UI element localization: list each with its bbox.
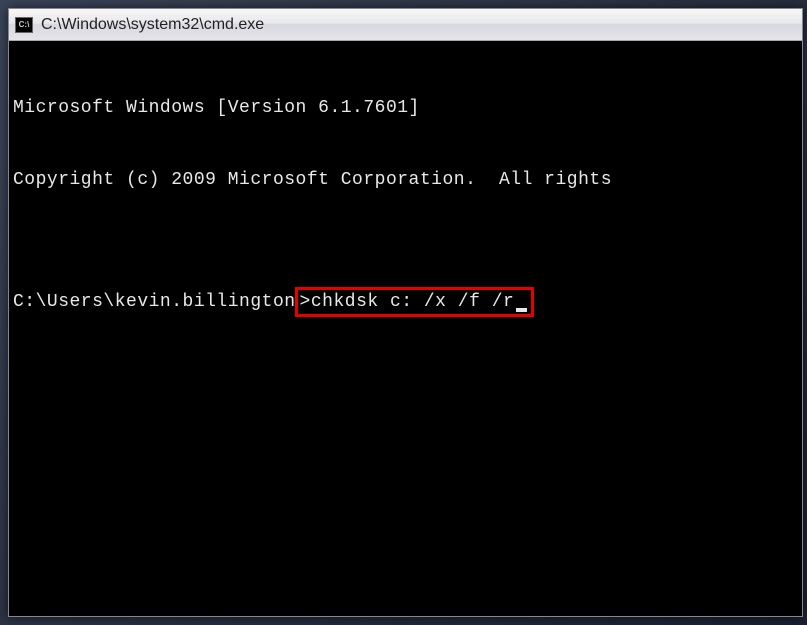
typed-command: chkdsk c: /x /f /r <box>311 292 514 312</box>
window-title: C:\Windows\system32\cmd.exe <box>41 16 264 34</box>
terminal-area[interactable]: Microsoft Windows [Version 6.1.7601] Cop… <box>9 41 802 616</box>
cmd-icon: C:\ <box>15 17 33 33</box>
copyright-line: Copyright (c) 2009 Microsoft Corporation… <box>13 168 798 192</box>
titlebar[interactable]: C:\ C:\Windows\system32\cmd.exe <box>9 9 802 41</box>
command-highlight: >chkdsk c: /x /f /r <box>295 287 535 317</box>
version-line: Microsoft Windows [Version 6.1.7601] <box>13 96 798 120</box>
command-prompt-window: C:\ C:\Windows\system32\cmd.exe Microsof… <box>8 8 803 617</box>
prompt-line: C:\Users\kevin.billington>chkdsk c: /x /… <box>13 290 798 314</box>
prompt-symbol: > <box>300 292 311 312</box>
prompt-path: C:\Users\kevin.billington <box>13 292 296 312</box>
cursor <box>516 308 527 312</box>
